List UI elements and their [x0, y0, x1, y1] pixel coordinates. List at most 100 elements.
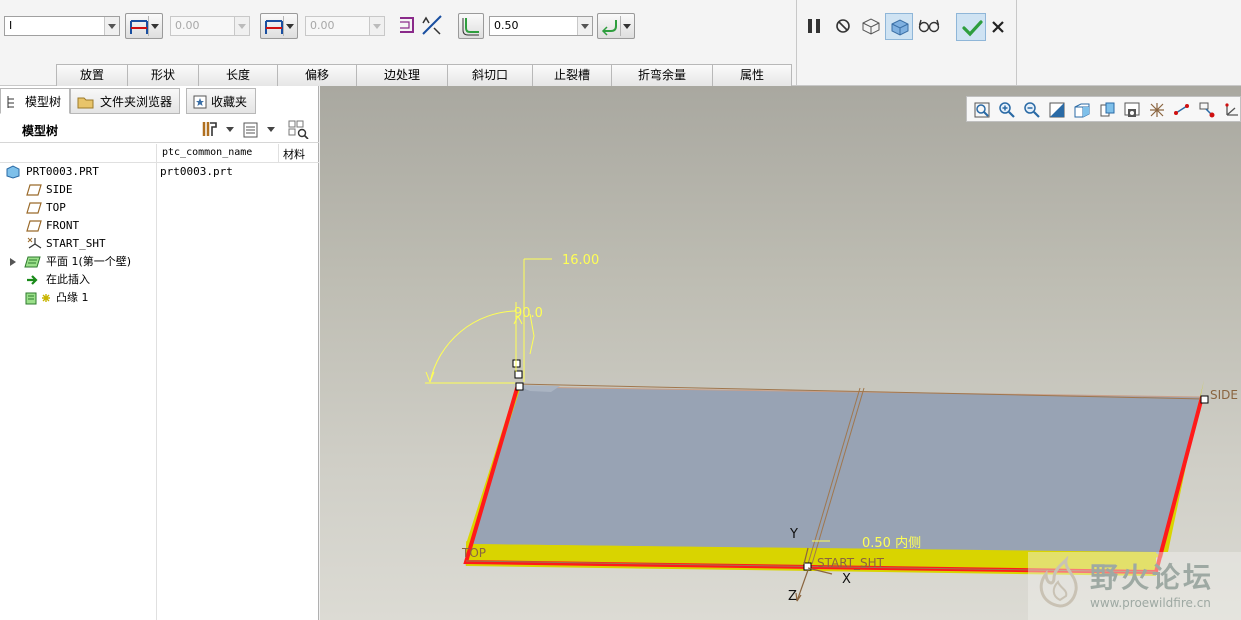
- tab-model-tree[interactable]: 模型树: [0, 88, 70, 114]
- thickness-value: 0.50: [494, 19, 519, 32]
- coordinate-system-icon: [27, 237, 42, 249]
- length-1-value-combo[interactable]: 0.00: [170, 16, 250, 36]
- tree-item-label: 在此插入: [46, 273, 90, 286]
- tab-properties[interactable]: 属性: [712, 64, 792, 86]
- chevron-down-icon[interactable]: [286, 24, 294, 29]
- navigator-panel: 模型树 文件夹浏览器 收藏夹 模型树 ptc_common_name 材料 PR…: [0, 86, 319, 620]
- tree-item-label: SIDE: [46, 183, 73, 196]
- chevron-down-icon[interactable]: [577, 17, 592, 35]
- tab-offset[interactable]: 偏移: [277, 64, 357, 86]
- tab-favorites-label: 收藏夹: [211, 95, 248, 109]
- dashboard-tab-strip: 放置 形状 长度 偏移 边处理 斜切口 止裂槽 折弯余量 属性: [56, 64, 792, 86]
- cube-preview-icon: [891, 19, 909, 36]
- length-1-value: 0.00: [175, 19, 200, 32]
- favorites-icon: [193, 95, 207, 109]
- flange-type-combo[interactable]: I: [4, 16, 120, 36]
- length-type-icon: [130, 20, 148, 34]
- datum-plane-icon: [26, 202, 42, 214]
- length-2-type-button[interactable]: [260, 13, 298, 39]
- drag-handle-edge[interactable]: [515, 382, 524, 391]
- datum-plane-icon: [26, 184, 42, 196]
- flange-dashboard: I 0.00 0.00 0.50 放置 形状 长度 偏移 边处理 斜切口 止裂槽…: [0, 0, 1241, 86]
- chevron-down-icon[interactable]: [234, 17, 249, 35]
- verify-mode-button[interactable]: [885, 13, 913, 40]
- show-list-icon[interactable]: [242, 121, 260, 139]
- length-1-type-button[interactable]: [125, 13, 163, 39]
- column-header-common-name[interactable]: ptc_common_name: [162, 147, 252, 158]
- model-graphics: 16.00 90.0 0.50 内侧 SIDE TOP START_SHT Y …: [425, 253, 1238, 604]
- chevron-down-icon[interactable]: [369, 17, 384, 35]
- chevron-down-icon[interactable]: [226, 127, 234, 132]
- length-type-icon: [265, 20, 283, 34]
- settings-tools-icon[interactable]: [200, 119, 222, 139]
- tab-folder-browser[interactable]: 文件夹浏览器: [70, 88, 180, 114]
- wildfire-logo-icon: [1039, 556, 1078, 608]
- bend-side-icon: [601, 20, 617, 36]
- axis-y-label: Y: [789, 527, 798, 542]
- tree-item-label: 平面 1(第一个壁): [46, 255, 132, 268]
- column-setup-icon[interactable]: [287, 119, 309, 139]
- drag-handle-end[interactable]: [1200, 395, 1209, 404]
- tree-item-label: FRONT: [46, 219, 80, 232]
- model-tree-header: 模型树: [0, 115, 319, 143]
- watermark: 野火论坛 www.proewildfire.cn: [1028, 552, 1241, 620]
- chevron-down-icon[interactable]: [151, 24, 159, 29]
- tab-miter-cut[interactable]: 斜切口: [447, 64, 533, 86]
- tab-favorites[interactable]: 收藏夹: [186, 88, 256, 114]
- chevron-down-icon[interactable]: [623, 24, 631, 29]
- flip-direction-icon[interactable]: [396, 14, 418, 36]
- bend-radius-icon: [462, 18, 479, 36]
- part-icon: [6, 165, 20, 179]
- chevron-down-icon[interactable]: [267, 127, 275, 132]
- tab-relief[interactable]: 止裂槽: [532, 64, 612, 86]
- sheet-face: [465, 386, 1201, 566]
- tree-column-headers: ptc_common_name 材料: [0, 144, 319, 620]
- bend-side-button[interactable]: [597, 13, 635, 39]
- length-2-value-combo[interactable]: 0.00: [305, 16, 385, 36]
- expand-arrow-icon[interactable]: [10, 258, 16, 266]
- checkmark-icon: [962, 20, 983, 37]
- tab-length[interactable]: 长度: [198, 64, 278, 86]
- plane-side-label: SIDE: [1210, 388, 1238, 402]
- axis-z-label: Z: [788, 589, 797, 604]
- dim-angle-label[interactable]: 90.0: [514, 306, 543, 321]
- tree-item-label: START_SHT: [46, 237, 106, 250]
- no-preview-icon[interactable]: [834, 17, 852, 35]
- watermark-name: 野火论坛: [1090, 561, 1215, 594]
- model-tree-icon: [7, 96, 14, 108]
- glasses-icon[interactable]: [918, 16, 940, 36]
- bend-radius-button[interactable]: [458, 13, 484, 39]
- plane-top-label: TOP: [461, 546, 486, 560]
- chevron-down-icon[interactable]: [104, 17, 119, 35]
- drag-handle-angle[interactable]: [514, 370, 523, 379]
- pause-icon[interactable]: [805, 17, 823, 35]
- tab-placement[interactable]: 放置: [56, 64, 128, 86]
- tree-item-common-name-value: prt0003.prt: [160, 165, 233, 178]
- length-2-value: 0.00: [310, 19, 335, 32]
- tab-edge-treatment[interactable]: 边处理: [356, 64, 448, 86]
- graphics-viewport[interactable]: 16.00 90.0 0.50 内侧 SIDE TOP START_SHT Y …: [320, 86, 1241, 620]
- tree-item-label: TOP: [46, 201, 66, 214]
- cancel-close-icon[interactable]: [990, 19, 1006, 35]
- axis-x-label: X: [842, 572, 851, 587]
- thickness-value-combo[interactable]: 0.50: [489, 16, 593, 36]
- tab-model-tree-label: 模型树: [25, 95, 62, 109]
- insert-here-arrow-icon: [27, 275, 38, 285]
- watermark-url: www.proewildfire.cn: [1090, 596, 1211, 610]
- datum-plane-icon: [26, 220, 42, 232]
- confirm-button[interactable]: [956, 13, 986, 41]
- folder-icon: [77, 97, 94, 109]
- axis-z-line: [796, 569, 809, 602]
- tab-shape[interactable]: 形状: [127, 64, 199, 86]
- tab-bend-allowance[interactable]: 折弯余量: [611, 64, 713, 86]
- model-tree-title: 模型树: [22, 124, 59, 138]
- tree-item-label: PRT0003.PRT: [26, 165, 99, 178]
- dim-90-arc: [429, 310, 517, 383]
- flat-wall-icon: [24, 256, 41, 268]
- thickness-side-icon[interactable]: [420, 14, 444, 36]
- preview-icon[interactable]: [860, 15, 882, 37]
- csys-label: START_SHT: [817, 556, 885, 570]
- dim-thickness-label[interactable]: 0.50 内侧: [862, 535, 921, 551]
- column-header-material[interactable]: 材料: [283, 146, 305, 162]
- dim-length-label[interactable]: 16.00: [562, 253, 599, 268]
